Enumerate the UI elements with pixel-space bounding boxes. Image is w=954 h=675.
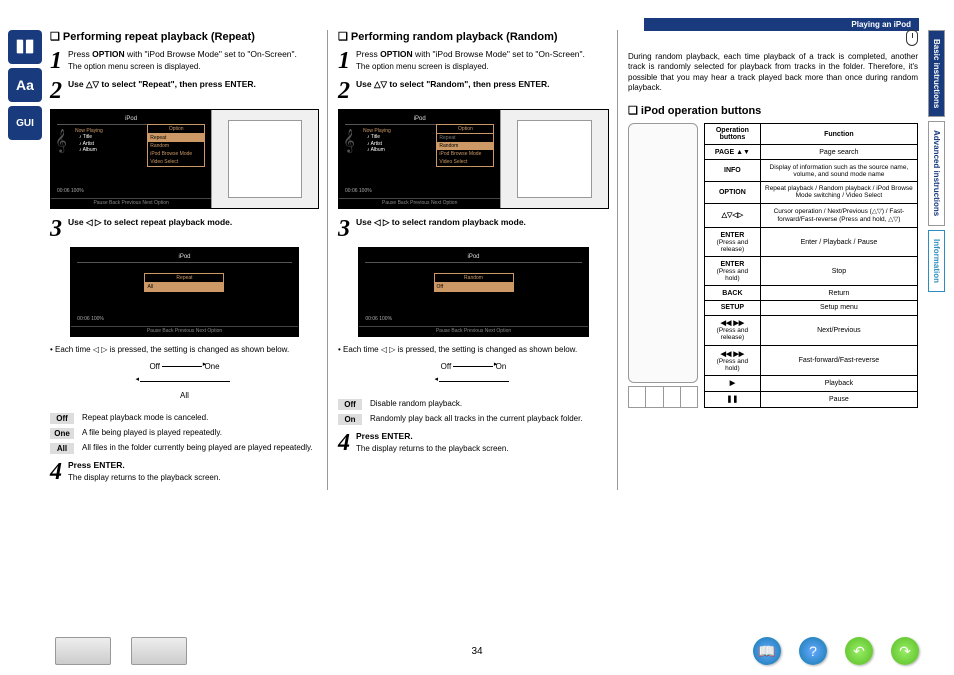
- tab-advanced-instructions[interactable]: Advanced instructions: [928, 121, 945, 225]
- tab-basic-instructions[interactable]: Basic instructions: [928, 30, 945, 117]
- section-title-random: Performing random playback (Random): [338, 30, 609, 43]
- sidebar-left: Aa GUI: [8, 30, 42, 140]
- page-number: 34: [471, 646, 482, 657]
- next-page-button[interactable]: ↷: [891, 637, 919, 665]
- footer-nav-buttons: 📖 ? ↶ ↷: [753, 637, 919, 665]
- screenshot-random-mode: iPod Random Off 00:06 100% Pause Back Pr…: [358, 247, 588, 337]
- remote-schematic-icon: [517, 120, 592, 198]
- step-number-1: 1: [50, 49, 62, 73]
- step-number-2: 2: [50, 79, 62, 103]
- prev-page-button[interactable]: ↶: [845, 637, 873, 665]
- column-repeat: Performing repeat playback (Repeat) 1 Pr…: [50, 30, 328, 490]
- screenshot-repeat-mode: iPod Repeat All 00:06 100% Pause Back Pr…: [70, 247, 299, 337]
- gui-label-icon[interactable]: GUI: [8, 106, 42, 140]
- screenshot-repeat-option: iPod 𝄞 Now Playing ♪ Title ♪ Artist ♪ Al…: [50, 109, 319, 209]
- device-thumb-1[interactable]: [55, 637, 111, 665]
- step-number-4: 4: [50, 460, 62, 484]
- operation-buttons-table: Operation buttonsFunction PAGE ▲▼Page se…: [704, 123, 918, 408]
- screenshot-random-option: iPod 𝄞 Now Playing ♪ Title ♪ Artist ♪ Al…: [338, 109, 609, 209]
- help-button[interactable]: ?: [799, 637, 827, 665]
- cycle-diagram-repeat: Off One All: [50, 360, 319, 403]
- remote-figure: [628, 123, 698, 408]
- tab-information[interactable]: Information: [928, 230, 945, 292]
- device-thumb-2[interactable]: [131, 637, 187, 665]
- step-number-3: 3: [50, 217, 62, 241]
- sidebar-right: Basic instructions Advanced instructions…: [928, 30, 948, 296]
- section-title-repeat: Performing repeat playback (Repeat): [50, 30, 319, 43]
- music-note-icon: 𝄞: [343, 130, 355, 153]
- contents-button[interactable]: 📖: [753, 637, 781, 665]
- section-title-ipod-buttons: iPod operation buttons: [628, 104, 918, 117]
- footer-device-thumbnails: [55, 637, 187, 665]
- aa-text-icon[interactable]: Aa: [8, 68, 42, 102]
- column-random: Performing random playback (Random) 1 Pr…: [338, 30, 618, 490]
- mouse-icon: [906, 30, 918, 46]
- book-open-icon[interactable]: [8, 30, 42, 64]
- random-intro-text: During random playback, each time playba…: [628, 52, 918, 94]
- remote-schematic-icon: [228, 120, 302, 198]
- cycle-note: • Each time ◁ ▷ is pressed, the setting …: [50, 345, 319, 354]
- cycle-diagram-random: Off On: [338, 360, 609, 389]
- main-content: Performing repeat playback (Repeat) 1 Pr…: [50, 30, 918, 490]
- music-note-icon: 𝄞: [55, 130, 67, 153]
- column-ipod-buttons: During random playback, each time playba…: [628, 30, 918, 490]
- cycle-note-random: • Each time ◁ ▷ is pressed, the setting …: [338, 345, 609, 354]
